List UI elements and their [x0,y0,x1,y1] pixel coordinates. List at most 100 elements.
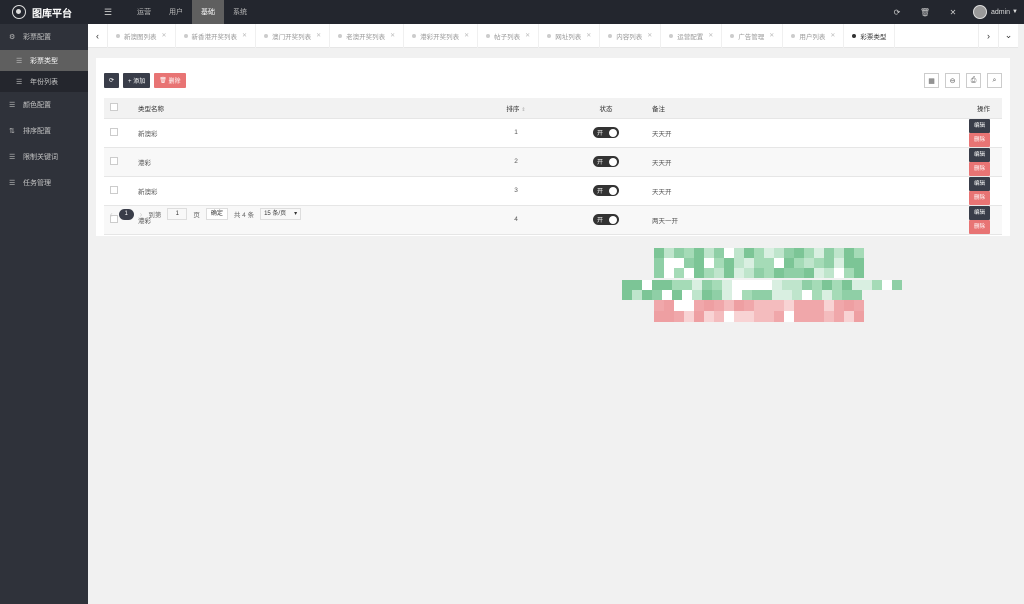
pixel-cell [744,268,754,278]
cell-sort: 1 [466,118,566,148]
close-icon[interactable]: ✕ [769,32,774,39]
row-delete-button[interactable]: 删除 [968,161,990,176]
tab[interactable]: 网址列表 ✕ [539,23,601,48]
close-icon[interactable]: ✕ [464,32,469,39]
delete-button[interactable]: 🗑 删除 [154,73,186,88]
sidebar-item-year-list[interactable]: ☰ 年份列表 [0,71,88,92]
pixel-cell [824,268,834,278]
goto-page-input[interactable]: 1 [167,208,188,220]
dot-icon [412,33,417,38]
fullscreen-icon[interactable]: ✕ [939,8,967,17]
sort-icon[interactable]: ⇕ [521,107,525,113]
pixel-cell [752,280,762,290]
pixel-cell [704,258,714,268]
pixel-cell [804,248,814,258]
chevron-left-icon[interactable]: ‹ [110,210,113,219]
tab[interactable]: 用户列表 ✕ [783,23,845,48]
row-delete-button[interactable]: 删除 [968,132,990,147]
edit-button[interactable]: 编辑 [968,147,990,162]
sidebar-item-sort-config[interactable]: ⇅ 排序配置 [0,118,88,144]
print-icon[interactable]: ⎙ [966,73,981,88]
header-sort[interactable]: 排序 ⇕ [466,98,566,119]
status-toggle[interactable]: 开 [593,185,619,196]
export-icon[interactable]: ⊖ [945,73,960,88]
close-icon[interactable]: ✕ [525,32,530,39]
search-icon[interactable]: ⌕ [987,73,1002,88]
status-toggle[interactable]: 开 [593,127,619,138]
tab[interactable]: 运营配置 ✕ [661,23,723,48]
dot-icon [669,33,674,38]
tab[interactable]: 新澳图列表 ✕ [108,23,176,48]
tab[interactable]: 帖子列表 ✕ [478,23,540,48]
pixel-cell [622,290,632,300]
top-nav-item-operations[interactable]: 运营 [128,0,160,24]
close-icon[interactable]: ✕ [708,32,713,39]
tab[interactable]: 内容列表 ✕ [600,23,662,48]
page-size-select[interactable]: 15 条/页 ▾ [260,208,302,220]
logo[interactable]: 图库平台 [0,0,88,24]
close-icon[interactable]: ✕ [586,32,591,39]
chevron-down-icon[interactable]: ▼ [1012,9,1018,15]
close-icon[interactable]: ✕ [316,32,321,39]
row-delete-button[interactable]: 删除 [968,190,990,205]
pixel-cell [694,248,704,258]
close-icon[interactable]: ✕ [242,32,247,39]
pixel-cell [732,280,742,290]
pixel-cell [784,300,794,311]
status-toggle[interactable]: 开 [593,156,619,167]
sidebar-item-lottery-types[interactable]: ☰ 彩票类型 [0,50,88,71]
row-checkbox[interactable] [110,185,118,194]
chevron-right-icon[interactable]: › [978,23,998,48]
close-icon[interactable]: ✕ [830,32,835,39]
pixel-cell [774,268,784,278]
top-nav-item-users[interactable]: 用户 [160,0,192,24]
user-name[interactable]: admin [991,9,1010,16]
avatar[interactable] [972,5,987,19]
chevron-left-icon[interactable]: ‹ [88,23,108,48]
pixel-cell [792,290,802,300]
columns-icon[interactable]: ▦ [924,73,939,88]
sidebar-item-keyword-limit[interactable]: ☰ 限制关键词 [0,144,88,170]
sidebar-item-color-config[interactable]: ☰ 颜色配置 [0,92,88,118]
sidebar-item-task-management[interactable]: ☰ 任务管理 [0,170,88,196]
menu-toggle-icon[interactable]: ☰ [88,0,128,24]
tab[interactable]: 广告管理 ✕ [722,23,784,48]
select-all-checkbox[interactable] [110,102,118,111]
pixel-cell [762,280,772,290]
tab[interactable]: 老澳开奖列表 ✕ [330,23,405,48]
pixel-cell [732,290,742,300]
close-icon[interactable]: ✕ [390,32,395,39]
tab[interactable]: 澳门开奖列表 ✕ [256,23,331,48]
row-checkbox[interactable] [110,127,118,136]
pixel-cell [852,290,862,300]
pixel-cell [872,280,882,290]
edit-button[interactable]: 编辑 [968,205,990,220]
chevron-right-icon[interactable]: › [140,210,143,219]
refresh-icon[interactable]: ⟳ [883,8,911,17]
clear-cache-icon[interactable]: 🗑 [911,8,939,17]
row-delete-button[interactable]: 删除 [968,219,990,234]
add-button[interactable]: + 添加 [123,73,151,88]
tab-label: 老澳开奖列表 [346,33,386,41]
page-current[interactable]: 1 [118,208,134,220]
tab[interactable]: 新香港开奖列表 ✕ [176,23,257,48]
chevron-down-icon[interactable]: ⌄ [998,23,1018,48]
tab[interactable]: 港彩开奖列表 ✕ [404,23,479,48]
top-nav-item-system[interactable]: 系统 [224,0,256,24]
close-icon[interactable]: ✕ [162,32,167,39]
edit-button[interactable]: 编辑 [968,176,990,191]
list-icon: ☰ [9,102,16,109]
goto-confirm-button[interactable]: 确定 [205,208,228,220]
content-card: ⟳ + 添加 🗑 删除 ▦ ⊖ ⎙ ⌕ 类型名称 排序 ⇕ 状态 备注 操作 新澳… [96,58,1010,236]
status-toggle[interactable]: 开 [593,214,619,225]
close-icon[interactable]: ✕ [647,32,652,39]
row-checkbox[interactable] [110,156,118,165]
pixel-cell [642,280,652,290]
pixel-cell [834,258,844,268]
edit-button[interactable]: 编辑 [968,118,990,133]
top-nav-item-basics[interactable]: 基础 [192,0,224,24]
sidebar-item-lottery-config[interactable]: ⚙ 彩票配置 [0,24,88,50]
refresh-button[interactable]: ⟳ [104,73,120,88]
pixel-cell [664,300,674,311]
tab-active[interactable]: 彩票类型 [844,23,896,48]
